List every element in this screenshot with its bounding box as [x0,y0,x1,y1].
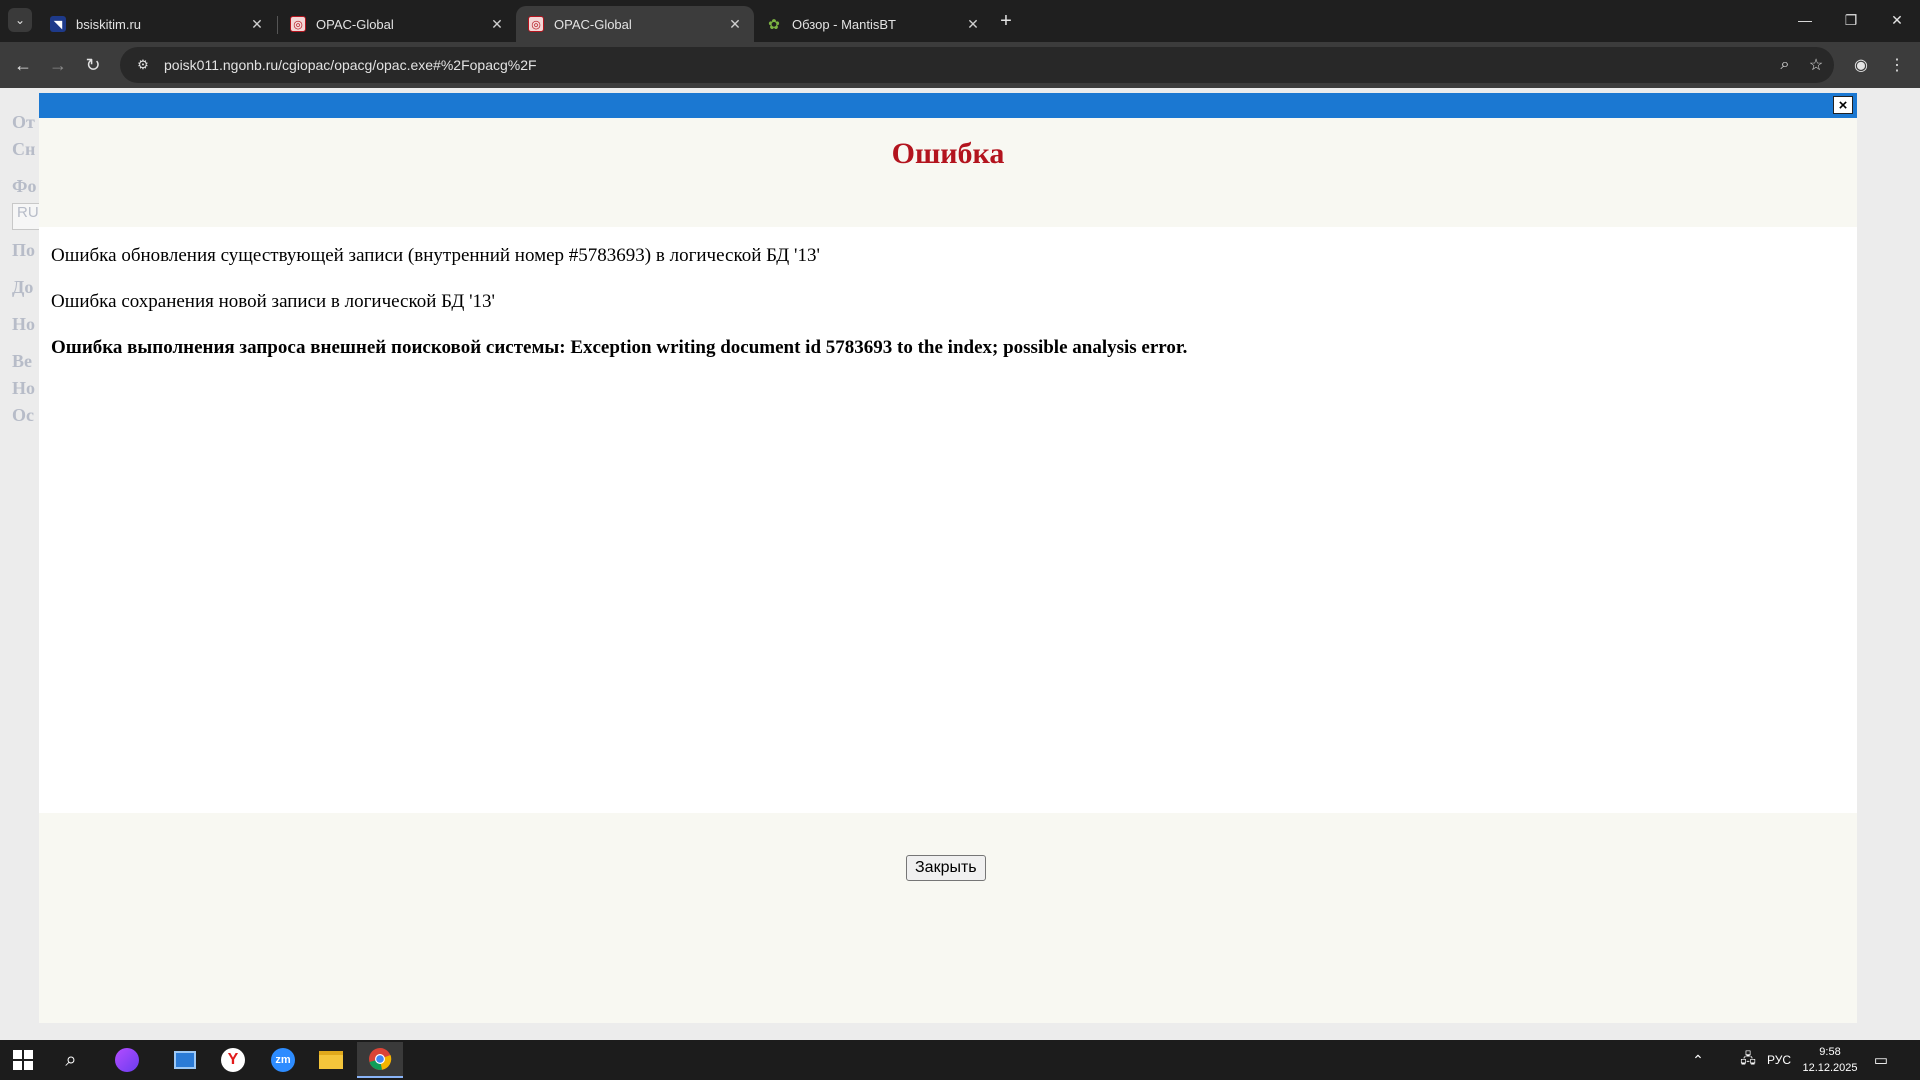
dialog-header-bar: × [39,93,1857,118]
plus-icon: + [1000,9,1012,32]
error-message-detail: Ошибка выполнения запроса внешней поиско… [51,337,1188,358]
error-message: Ошибка обновления существующей записи (в… [51,245,820,266]
tab-opac-global-2[interactable]: ◎ OPAC-Global ✕ [516,6,754,42]
windows-taskbar: ⌕ Y zm ⌃ 🖧 РУС 9:58 12.12.2025 ▭ [0,1040,1920,1080]
reload-button[interactable]: ↻ [78,50,108,80]
tab-title: Обзор - MantisBT [792,16,896,32]
restore-button[interactable]: ❐ [1828,0,1874,40]
zoom-icon: ⌕ [1780,56,1790,73]
address-bar[interactable]: ⚙ poisk011.ngonb.ru/cgiopac/opacg/opac.e… [120,47,1834,83]
close-window-button[interactable]: ✕ [1874,0,1920,40]
close-button[interactable]: Закрыть [906,855,986,881]
tab-title: OPAC-Global [554,16,632,32]
arrow-left-icon: ← [14,54,32,75]
opac-favicon-icon: ◎ [528,16,544,32]
notifications-button[interactable]: ▭ [1866,1040,1896,1080]
tab-close-icon[interactable]: ✕ [726,15,744,33]
tab-title: OPAC-Global [316,16,394,32]
new-tab-button[interactable]: + [993,8,1019,34]
bookmark-button[interactable]: ☆ [1801,50,1831,80]
error-dialog: × Ошибка Ошибка обновления существующей … [39,93,1857,1023]
network-icon: 🖧 [1740,1050,1756,1066]
profile-icon: ◉ [1854,57,1868,74]
forward-button[interactable]: → [43,50,73,80]
back-button[interactable]: ← [8,50,38,80]
browser-menu-button[interactable]: ⋮ [1882,50,1912,80]
taskbar-search-button[interactable]: ⌕ [48,1042,94,1078]
tray-expand-button[interactable]: ⌃ [1686,1040,1710,1080]
alice-assistant-icon [115,1048,139,1072]
tab-bsiskitim[interactable]: ◥ bsiskitim.ru ✕ [38,6,276,42]
minimize-button[interactable]: — [1782,0,1828,40]
chrome-icon [369,1048,392,1070]
arrow-right-icon: → [49,54,67,75]
clock-time: 9:58 [1819,1046,1841,1058]
windows-logo-icon [13,1050,33,1070]
tray-clock[interactable]: 9:58 12.12.2025 [1790,1044,1870,1076]
dialog-body: Ошибка обновления существующей записи (в… [39,227,1857,813]
close-icon: ✕ [1891,11,1903,28]
tab-mantisbt[interactable]: ✿ Обзор - MantisBT ✕ [754,6,992,42]
restore-icon: ❐ [1844,11,1858,28]
site-info-icon[interactable]: ⚙ [128,57,158,73]
start-button[interactable] [0,1042,46,1078]
tray-network-button[interactable]: 🖧 [1734,1040,1762,1080]
url-text[interactable]: poisk011.ngonb.ru/cgiopac/opacg/opac.exe… [164,57,537,73]
dialog-title: Ошибка [891,137,1005,170]
opac-favicon-icon: ◎ [290,16,306,32]
more-vertical-icon: ⋮ [1889,57,1905,74]
yandex-icon: Y [221,1048,245,1072]
taskbar-zoom-app[interactable]: zm [260,1042,306,1078]
error-message: Ошибка сохранения новой записи в логичес… [51,291,495,312]
page-viewport: От Сн Фо RU Пo До Но Ве Но Ос × Ошибка О… [0,88,1920,1040]
minimize-icon: — [1798,12,1812,28]
tab-close-icon[interactable]: ✕ [964,15,982,33]
browser-toolbar: ← → ↻ ⚙ poisk011.ngonb.ru/cgiopac/opacg/… [0,42,1920,88]
taskbar-file-explorer[interactable] [308,1042,354,1078]
taskbar-alice-app[interactable] [104,1042,150,1078]
folder-icon [319,1051,343,1069]
notification-icon: ▭ [1873,1052,1889,1069]
chevron-down-icon: ⌄ [14,13,26,27]
search-icon: ⌕ [65,1048,77,1071]
bsiskitim-favicon-icon: ◥ [50,16,66,32]
taskbar-yandex-browser[interactable]: Y [210,1042,256,1078]
tab-title: bsiskitim.ru [76,16,142,32]
profile-button[interactable]: ◉ [1846,50,1876,80]
reload-icon: ↻ [85,54,101,75]
taskbar-chrome[interactable] [357,1042,403,1078]
tab-search-button[interactable]: ⌄ [8,8,32,32]
tab-opac-global-1[interactable]: ◎ OPAC-Global ✕ [278,6,516,42]
clock-date: 12.12.2025 [1802,1062,1858,1074]
dialog-close-icon[interactable]: × [1833,96,1853,114]
star-icon: ☆ [1808,57,1824,74]
mantis-favicon-icon: ✿ [768,15,780,32]
zoom-app-icon: zm [271,1048,295,1072]
browser-tab-strip: ⌄ ◥ bsiskitim.ru ✕ ◎ OPAC-Global ✕ ◎ OPA… [0,0,1920,42]
chevron-up-icon: ⌃ [1692,1051,1704,1068]
control-panel-icon [174,1051,196,1069]
tab-close-icon[interactable]: ✕ [488,15,506,33]
taskbar-control-panel-app[interactable] [162,1042,208,1078]
tab-close-icon[interactable]: ✕ [248,15,266,33]
zoom-button[interactable]: ⌕ [1770,50,1800,80]
